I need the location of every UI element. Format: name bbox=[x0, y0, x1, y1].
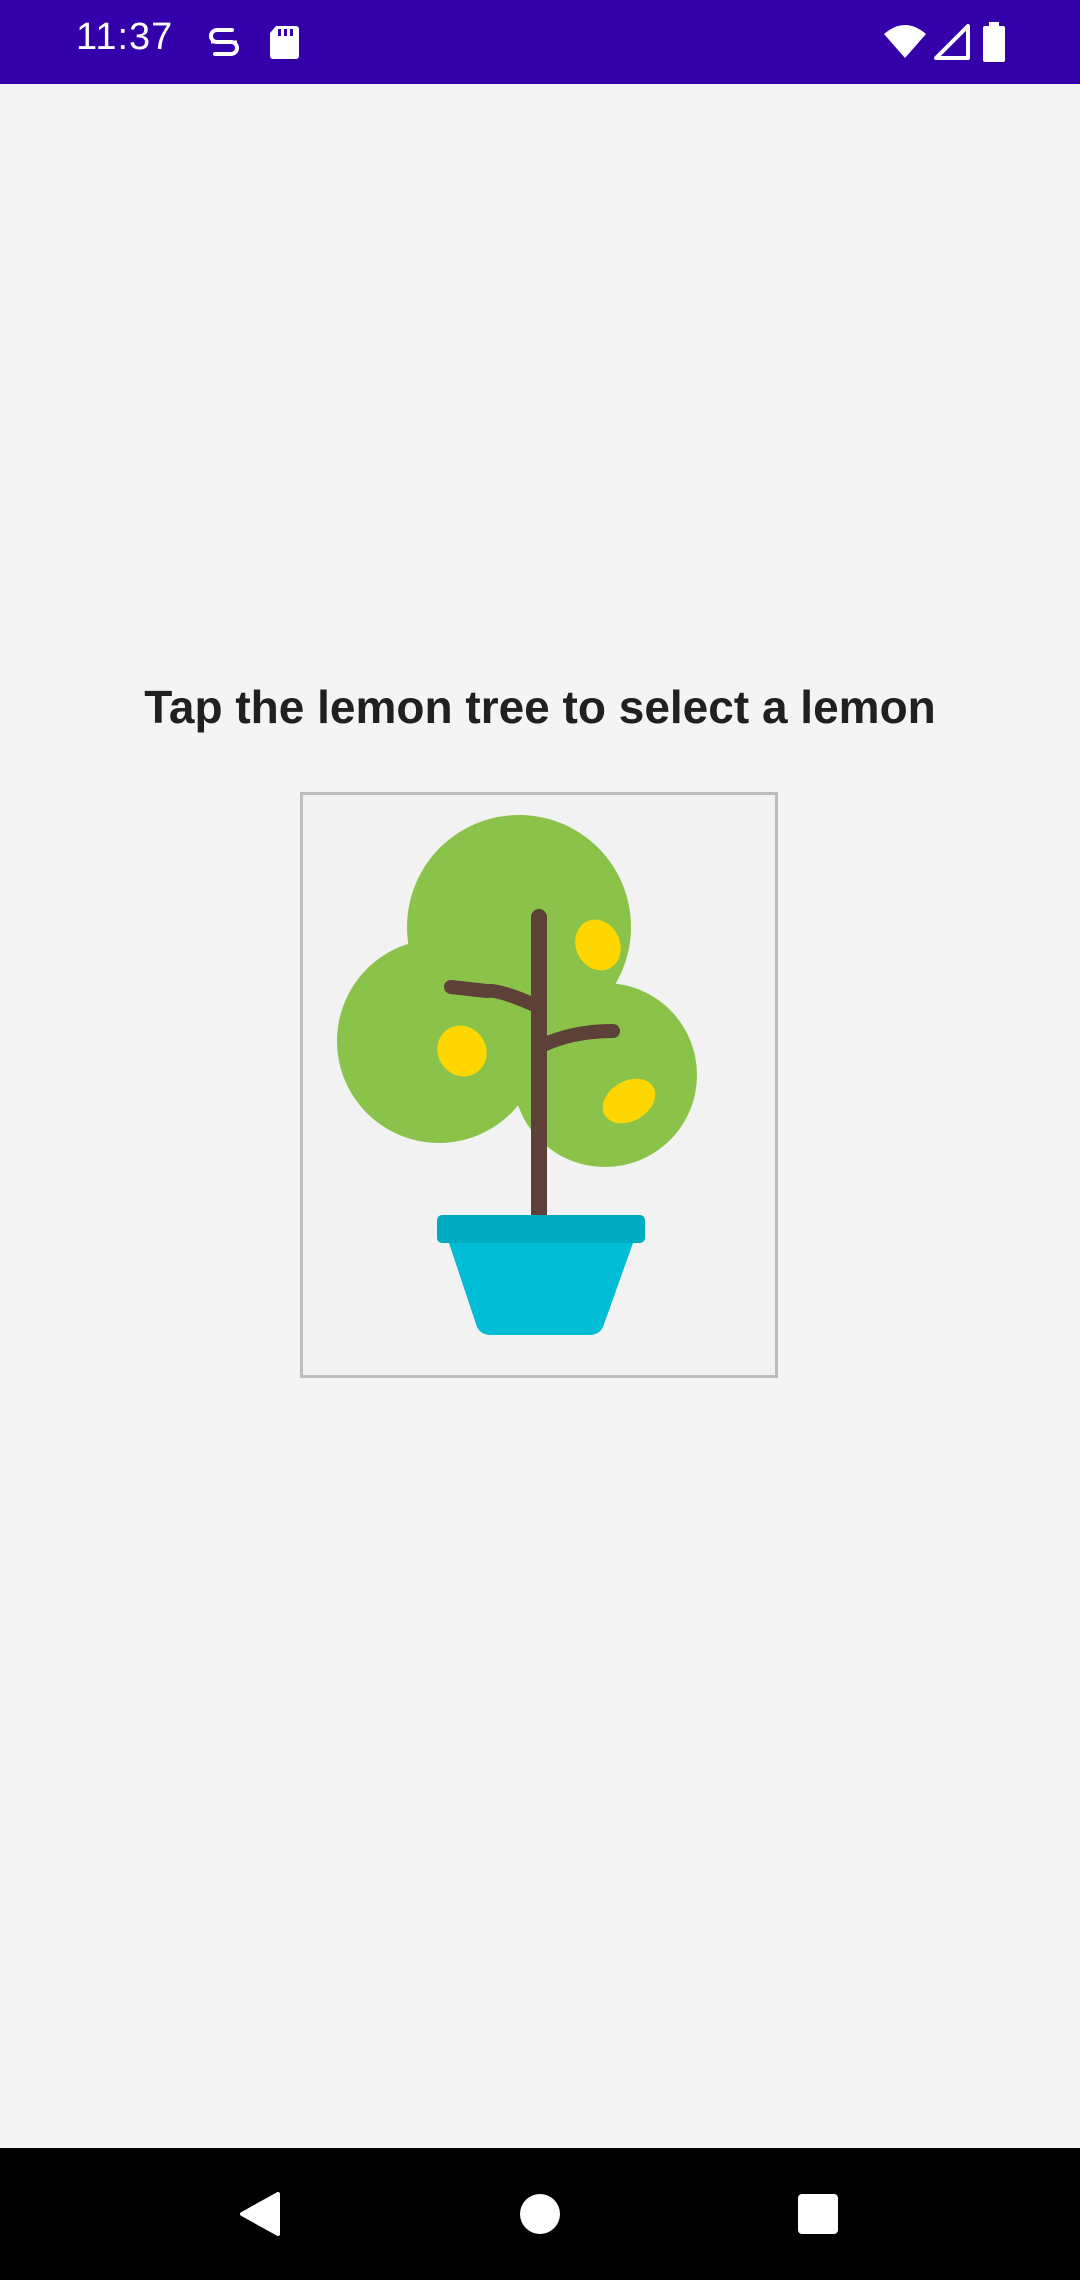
status-bar: 11:37 bbox=[0, 0, 1080, 84]
s-notification-icon bbox=[209, 28, 239, 56]
navigation-bar bbox=[0, 2148, 1080, 2280]
sd-card-icon bbox=[270, 26, 299, 59]
lemon-tree-icon bbox=[337, 815, 697, 1335]
signal-icon bbox=[934, 24, 970, 60]
battery-icon bbox=[983, 22, 1005, 62]
wifi-icon bbox=[884, 25, 926, 58]
status-time: 11:37 bbox=[76, 16, 174, 58]
recents-icon[interactable] bbox=[788, 2184, 848, 2244]
instruction-text: Tap the lemon tree to select a lemon bbox=[144, 681, 936, 733]
home-icon[interactable] bbox=[510, 2184, 570, 2244]
lemon-tree-image-button[interactable] bbox=[300, 792, 778, 1378]
back-icon[interactable] bbox=[230, 2184, 290, 2244]
